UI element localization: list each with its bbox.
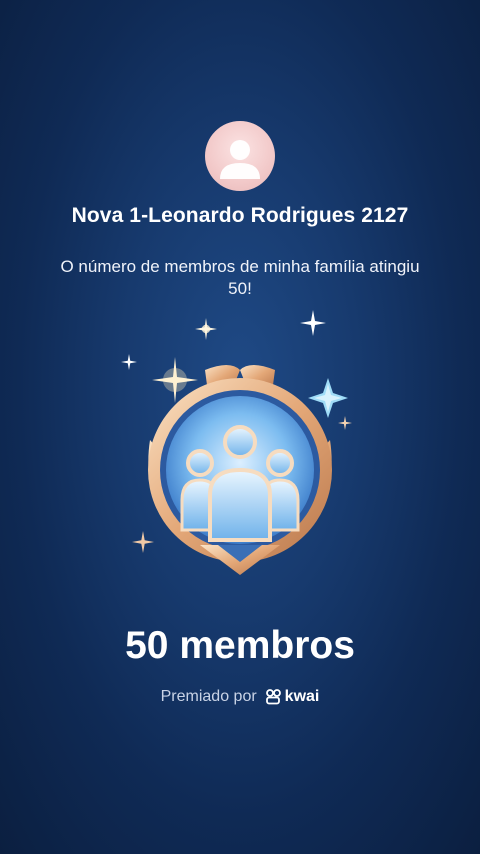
user-silhouette-icon	[220, 140, 260, 179]
awarded-by: Premiado por kwai	[0, 688, 480, 706]
family-name: Nova 1-Leonardo Rodrigues 2127	[71, 204, 409, 227]
achievement-message: O número de membros de minha família ati…	[60, 257, 420, 298]
members-count-title: 50 membros	[125, 624, 355, 667]
awarded-by-label: Premiado por	[160, 688, 257, 705]
avatar[interactable]	[205, 121, 275, 191]
kwai-brand-label: kwai	[284, 688, 320, 705]
kwai-brand: kwai	[265, 688, 320, 706]
kwai-logo-icon	[265, 689, 281, 705]
family-members-badge-icon	[148, 365, 332, 575]
